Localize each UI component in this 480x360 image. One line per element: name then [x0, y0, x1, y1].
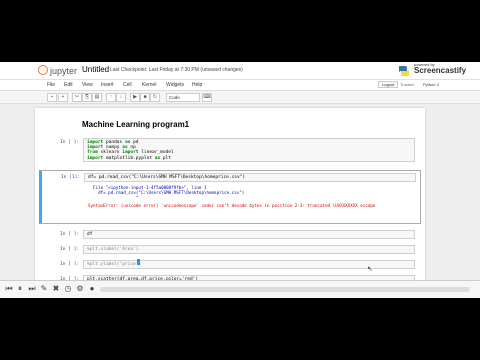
- menu-file[interactable]: File: [47, 82, 55, 88]
- toolbar: ▪ + ✂ ⎘ ▤ ↑ ↓ ▶ ■ ↻ Code ⌨: [0, 91, 480, 104]
- kernel-indicator: Python 3: [423, 82, 439, 87]
- code-line: import matplotlib.pyplot as plt: [87, 155, 172, 161]
- move-up-icon[interactable]: ↑: [106, 93, 116, 102]
- code-cell[interactable]: In [ ]: %plt.ylabel('price'): [41, 259, 419, 271]
- code-cell[interactable]: In [ ]: %plt.xlabel('Area'): [41, 244, 419, 256]
- code-input[interactable]: %plt.xlabel('Area'): [83, 245, 415, 254]
- color-icon[interactable]: ●: [87, 284, 97, 294]
- save-icon[interactable]: ▪: [47, 93, 57, 102]
- menu-insert[interactable]: Insert: [101, 82, 114, 88]
- code-input[interactable]: import pandas as pd import numpy as np f…: [83, 138, 415, 162]
- code-input[interactable]: df: [83, 230, 415, 239]
- paste-icon[interactable]: ▤: [92, 93, 102, 102]
- text-cursor: [137, 259, 140, 265]
- letterbox-bottom: [0, 298, 480, 360]
- run-icon[interactable]: ▶: [130, 93, 140, 102]
- brand-big: Screencastify: [414, 66, 467, 75]
- jupyter-logo[interactable]: jupyter: [38, 65, 77, 76]
- edit-icon[interactable]: ✎: [39, 284, 49, 294]
- letterbox-top: [0, 0, 480, 62]
- cell-prompt: In [ ]:: [60, 262, 79, 267]
- menu-cell[interactable]: Cell: [123, 82, 132, 88]
- cell-prompt: In [ ]:: [60, 247, 79, 252]
- browser-frame: jupyter Untitled Last Checkpoint: Last F…: [0, 62, 480, 298]
- skip-back-icon[interactable]: ⏮: [4, 284, 14, 294]
- stop-icon[interactable]: ■: [140, 93, 150, 102]
- cell-prompt: In [ ]:: [60, 140, 79, 145]
- jupyter-logo-icon: [38, 65, 48, 75]
- pause-icon[interactable]: ⏸: [15, 284, 25, 294]
- settings-icon[interactable]: ⚙: [75, 284, 85, 294]
- cell-type-select[interactable]: Code: [166, 93, 200, 102]
- menu-help[interactable]: Help: [192, 82, 202, 88]
- move-down-icon[interactable]: ↓: [116, 93, 126, 102]
- menu-view[interactable]: View: [82, 82, 93, 88]
- notebook-header: jupyter Untitled Last Checkpoint: Last F…: [0, 62, 480, 80]
- python-logo-icon: [399, 66, 409, 76]
- code-input[interactable]: df= pd.read_csv("C:\Users\GMH MSFT\Deskt…: [84, 173, 416, 182]
- menu-edit[interactable]: Edit: [64, 82, 73, 88]
- skip-forward-icon[interactable]: ⏭: [27, 284, 37, 294]
- menu-kernel[interactable]: Kernel: [142, 82, 156, 88]
- menu-bar: File Edit View Insert Cell Kernel Widget…: [0, 80, 480, 91]
- logout-button[interactable]: Logout: [378, 81, 399, 88]
- code-cell-selected[interactable]: In [1]: df= pd.read_csv("C:\Users\GMH MS…: [39, 170, 421, 224]
- copy-icon[interactable]: ⎘: [82, 93, 92, 102]
- notebook-title[interactable]: Untitled: [82, 65, 109, 74]
- checkpoint-status: Last Checkpoint: Last Friday at 7:30 PM …: [110, 67, 243, 73]
- menu-widgets[interactable]: Widgets: [166, 82, 184, 88]
- code-input[interactable]: %plt.ylabel('price'): [83, 260, 415, 269]
- cell-prompt: In [ ]:: [60, 232, 79, 237]
- horizontal-scrollbar[interactable]: [100, 287, 470, 292]
- restart-icon[interactable]: ↻: [150, 93, 160, 102]
- mouse-pointer-icon: ↖: [367, 266, 373, 273]
- trusted-indicator[interactable]: Trusted: [400, 82, 413, 87]
- cut-icon[interactable]: ✂: [72, 93, 82, 102]
- screencastify-watermark: powered by Screencastify: [414, 63, 466, 75]
- recording-controls: ⏮ ⏸ ⏭ ✎ ✖ ◷ ⚙ ●: [0, 280, 480, 298]
- code-line: df= pd.read_csv("C:\Users\GMH MSFT\Deskt…: [88, 175, 246, 180]
- error-message: SyntaxError: (unicode error) 'unicodeesc…: [88, 203, 376, 208]
- timer-icon[interactable]: ◷: [63, 284, 73, 294]
- delete-icon[interactable]: ✖: [51, 284, 61, 294]
- code-cell[interactable]: In [ ]: import pandas as pd import numpy…: [41, 135, 419, 163]
- cell-prompt: In [1]:: [61, 175, 80, 180]
- traceback-line: ^: [88, 195, 139, 200]
- logo-text: jupyter: [50, 66, 78, 76]
- code-cell[interactable]: In [ ]: df: [41, 229, 419, 241]
- markdown-heading: Machine Learning program1: [82, 120, 190, 129]
- keyboard-icon[interactable]: ⌨: [202, 93, 212, 102]
- add-cell-icon[interactable]: +: [58, 93, 68, 102]
